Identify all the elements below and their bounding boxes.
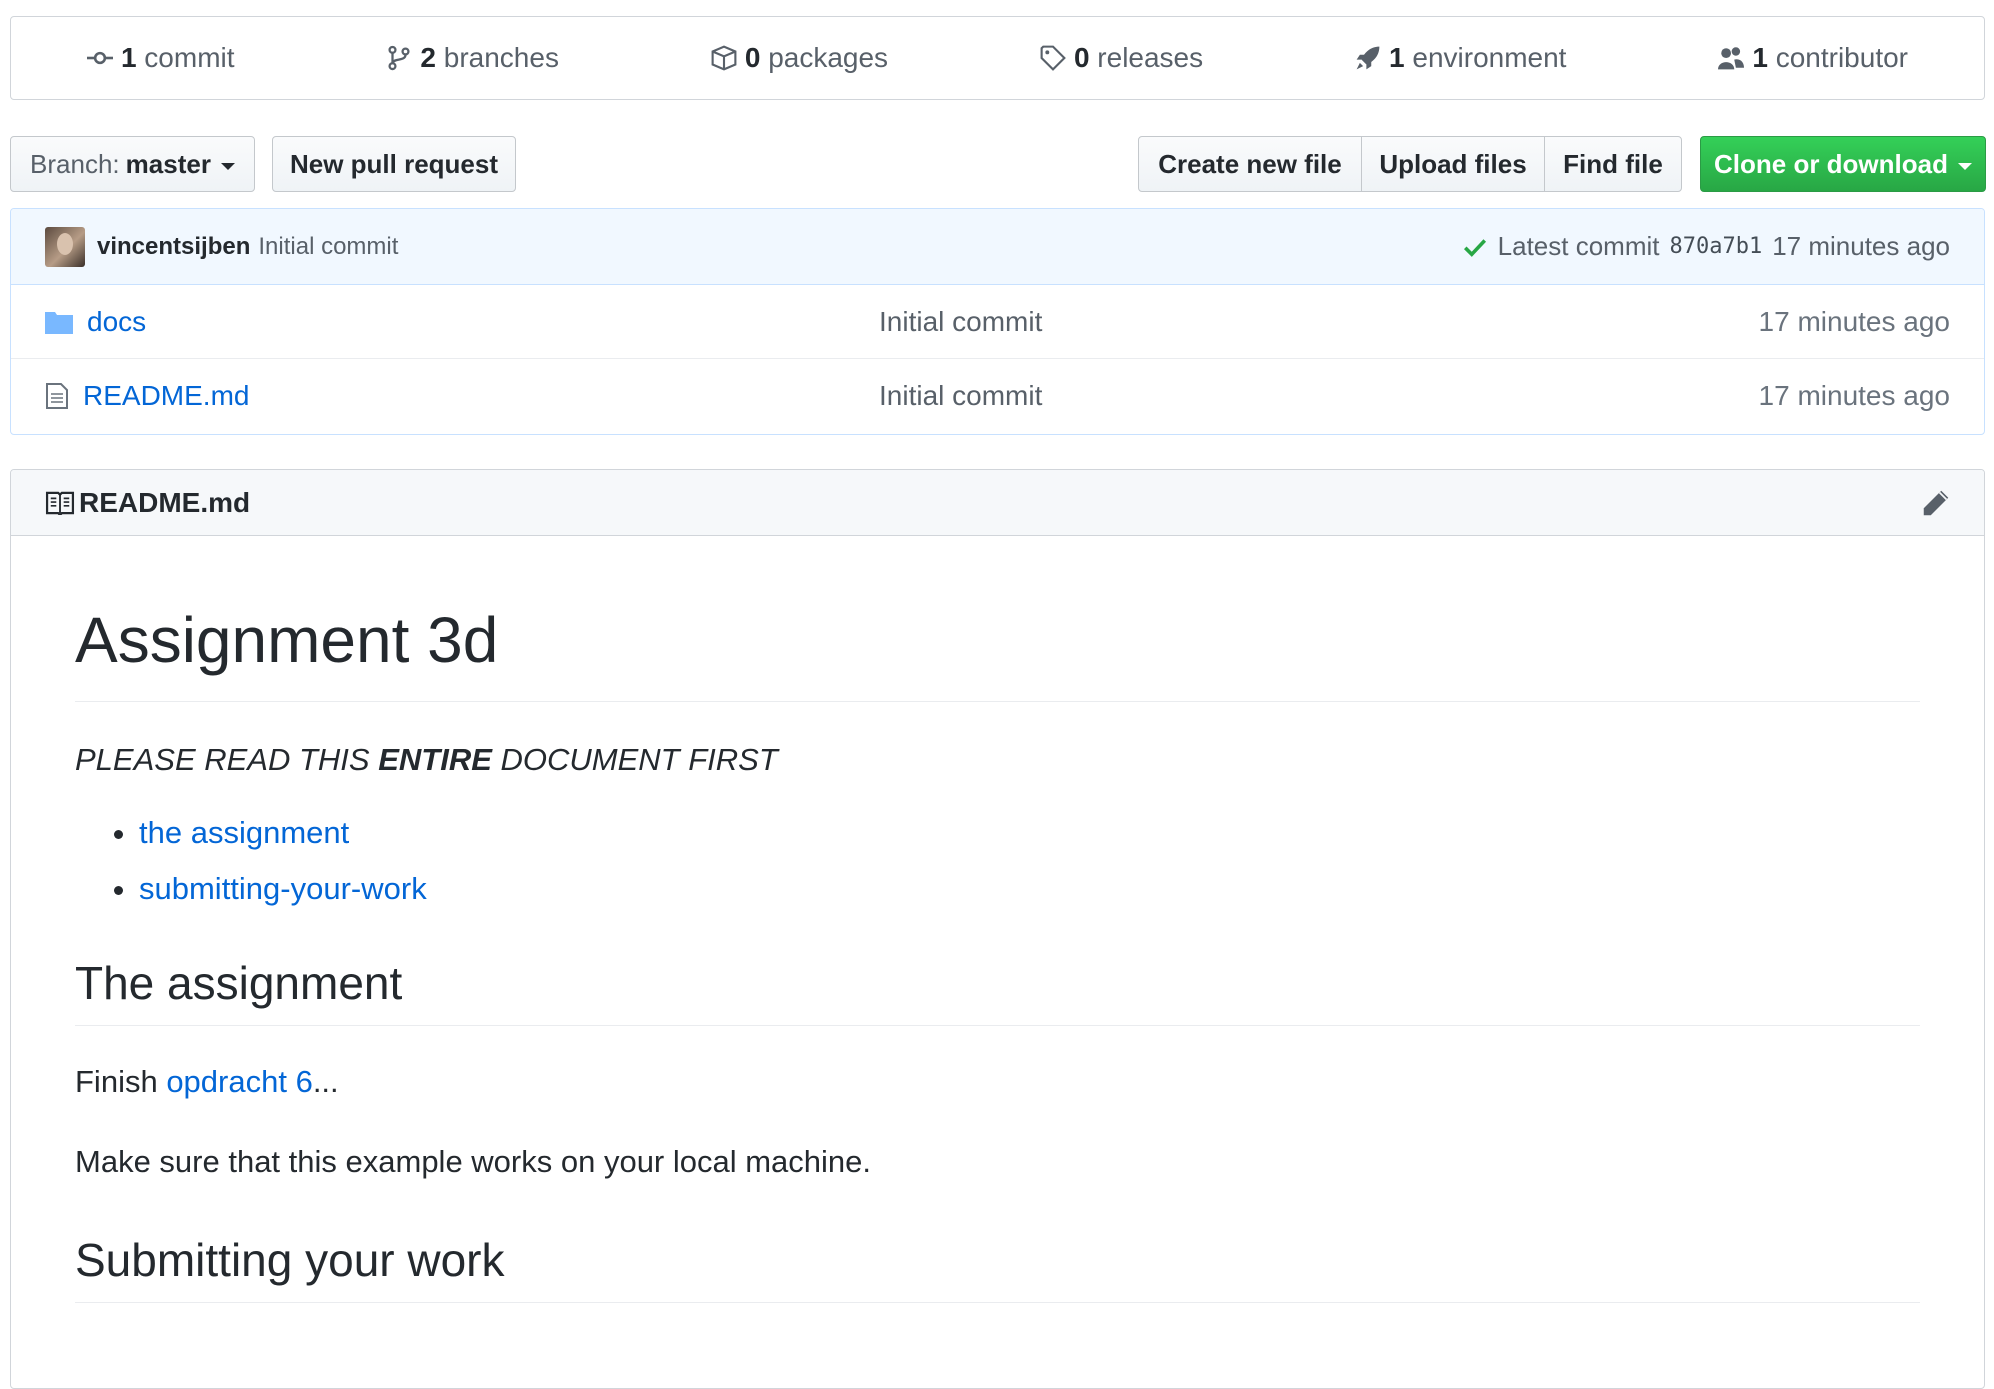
finish-text: Finish bbox=[75, 1064, 167, 1100]
repo-summary-bar: 1 commit 2 branches 0 packages 0 release… bbox=[10, 16, 1985, 100]
chevron-down-icon bbox=[220, 162, 235, 170]
contributors-link[interactable]: 1 contributor bbox=[1718, 42, 1908, 74]
latest-commit-label: Latest commit bbox=[1497, 231, 1660, 261]
packages-label: packages bbox=[768, 42, 889, 73]
tag-icon bbox=[1040, 45, 1066, 71]
toc-link[interactable]: submitting-your-work bbox=[139, 871, 427, 906]
assignment-heading: The assignment bbox=[75, 956, 1920, 1027]
branch-select-button[interactable]: Branch: master bbox=[10, 136, 255, 192]
readme-content: Assignment 3d PLEASE READ THIS ENTIRE DO… bbox=[11, 602, 1984, 1304]
read-notice: PLEASE READ THIS ENTIRE DOCUMENT FIRST bbox=[75, 738, 1920, 781]
environments-label: environment bbox=[1412, 42, 1567, 73]
notice-text: PLEASE READ THIS bbox=[75, 741, 379, 777]
file-actions-group: Create new file Upload files Find file bbox=[1138, 136, 1682, 192]
commit-icon bbox=[86, 51, 113, 65]
commit-author[interactable]: vincentsijben bbox=[97, 233, 250, 261]
toc-list: the assignment submitting-your-work bbox=[75, 811, 1920, 910]
upload-files-button[interactable]: Upload files bbox=[1361, 136, 1545, 192]
file-browser: vincentsijben Initial commit Latest comm… bbox=[10, 208, 1985, 435]
rocket-icon bbox=[1356, 46, 1380, 70]
check-icon bbox=[1463, 238, 1486, 257]
commits-count: 1 bbox=[120, 42, 137, 73]
find-file-button[interactable]: Find file bbox=[1544, 136, 1682, 192]
submitting-heading: Submitting your work bbox=[75, 1233, 1920, 1304]
folder-icon bbox=[45, 311, 73, 334]
file-link[interactable]: README.md bbox=[83, 380, 249, 412]
releases-link[interactable]: 0 releases bbox=[1040, 42, 1203, 74]
list-item: the assignment bbox=[139, 811, 1920, 854]
new-pull-request-button[interactable]: New pull request bbox=[272, 136, 516, 192]
branches-link[interactable]: 2 branches bbox=[386, 42, 559, 74]
clone-label: Clone or download bbox=[1714, 148, 1948, 179]
chevron-down-icon bbox=[1958, 162, 1972, 170]
list-item: submitting-your-work bbox=[139, 867, 1920, 910]
pencil-icon[interactable] bbox=[1922, 489, 1950, 517]
file-commit-message[interactable]: Initial commit bbox=[879, 380, 1042, 412]
file-link[interactable]: docs bbox=[87, 306, 146, 338]
latest-commit-info: Latest commit 870a7b1 17 minutes ago bbox=[1462, 231, 1950, 262]
releases-label: releases bbox=[1097, 42, 1204, 73]
file-age: 17 minutes ago bbox=[1758, 380, 1950, 411]
branch-icon bbox=[388, 45, 410, 71]
file-row: README.md Initial commit 17 minutes ago bbox=[11, 359, 1984, 433]
readme-filename: README.md bbox=[79, 486, 251, 518]
commits-label: commit bbox=[144, 42, 235, 73]
packages-link[interactable]: 0 packages bbox=[711, 42, 888, 74]
finish-paragraph: Finish opdracht 6... bbox=[75, 1060, 1920, 1103]
toc-link[interactable]: the assignment bbox=[139, 815, 349, 850]
commit-message[interactable]: Initial commit bbox=[258, 233, 398, 261]
commit-age: 17 minutes ago bbox=[1772, 231, 1950, 261]
readme-panel: README.md Assignment 3d PLEASE READ THIS… bbox=[10, 469, 1985, 1389]
avatar[interactable] bbox=[45, 226, 85, 267]
environments-link[interactable]: 1 environment bbox=[1355, 42, 1566, 74]
book-icon bbox=[45, 491, 75, 515]
create-new-file-button[interactable]: Create new file bbox=[1138, 136, 1362, 192]
finish-ellipsis: ... bbox=[312, 1064, 339, 1100]
environments-count: 1 bbox=[1389, 42, 1405, 73]
commits-link[interactable]: 1 commit bbox=[86, 42, 235, 74]
contributors-count: 1 bbox=[1752, 42, 1768, 73]
branch-name: master bbox=[125, 148, 211, 179]
clone-or-download-button[interactable]: Clone or download bbox=[1700, 136, 1986, 192]
branches-label: branches bbox=[443, 42, 559, 73]
notice-text-end: DOCUMENT FIRST bbox=[491, 741, 778, 777]
branch-prefix: Branch: bbox=[30, 148, 120, 179]
contributors-label: contributor bbox=[1775, 42, 1908, 73]
branches-count: 2 bbox=[420, 42, 436, 73]
readme-header: README.md bbox=[11, 470, 1984, 536]
file-commit-message[interactable]: Initial commit bbox=[879, 306, 1042, 338]
packages-count: 0 bbox=[744, 42, 761, 73]
readme-title: Assignment 3d bbox=[75, 602, 1920, 702]
file-age: 17 minutes ago bbox=[1758, 305, 1950, 337]
file-row: docs Initial commit 17 minutes ago bbox=[11, 285, 1984, 359]
make-sure-paragraph: Make sure that this example works on you… bbox=[75, 1143, 872, 1179]
commit-sha[interactable]: 870a7b1 bbox=[1669, 234, 1762, 259]
latest-commit-bar: vincentsijben Initial commit Latest comm… bbox=[11, 209, 1984, 285]
people-icon bbox=[1718, 47, 1745, 70]
notice-bold: ENTIRE bbox=[378, 741, 492, 777]
opdracht-link[interactable]: opdracht 6 bbox=[166, 1064, 313, 1099]
file-icon bbox=[46, 383, 68, 409]
package-icon bbox=[711, 45, 737, 71]
releases-count: 0 bbox=[1073, 42, 1090, 73]
